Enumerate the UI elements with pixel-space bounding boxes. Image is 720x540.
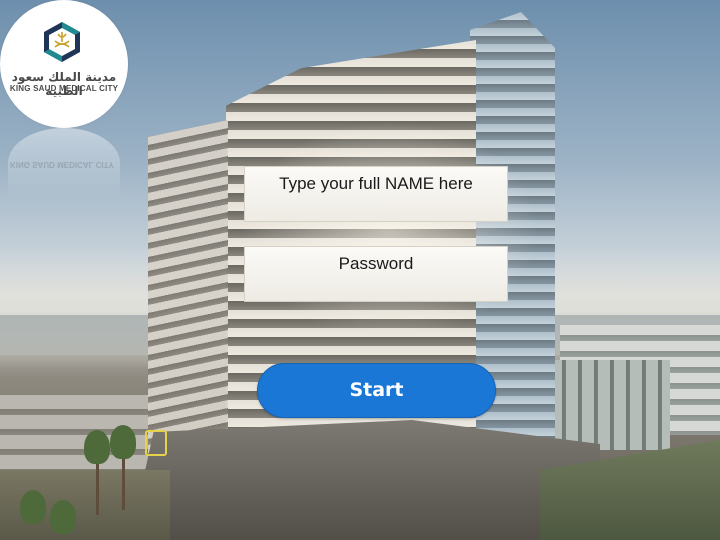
hexagon-emblem-icon: [44, 22, 80, 62]
yellow-sign: [145, 430, 167, 456]
password-field[interactable]: Password: [244, 246, 508, 302]
tower-podium: [130, 420, 600, 540]
palm-tree: [84, 430, 110, 464]
ksmc-logo: مدينة الملك سعود الطبية KING SAUD MEDICA…: [0, 0, 128, 128]
tower-glow: [240, 120, 540, 340]
right-building-lower: [550, 360, 670, 450]
shrub: [20, 490, 46, 524]
palm-trunk: [122, 450, 125, 510]
full-name-placeholder: Type your full NAME here: [279, 174, 473, 193]
logo-english-text: KING SAUD MEDICAL CITY: [9, 84, 119, 93]
password-placeholder: Password: [338, 254, 414, 273]
logo-reflection-text: KING SAUD MEDICAL CITY: [10, 160, 114, 169]
full-name-field[interactable]: Type your full NAME here: [244, 166, 508, 222]
palm-trunk: [96, 455, 99, 515]
start-button-label: Start: [349, 379, 404, 401]
palm-tree: [110, 425, 136, 459]
start-button[interactable]: Start: [257, 363, 496, 418]
shrub: [50, 500, 76, 534]
